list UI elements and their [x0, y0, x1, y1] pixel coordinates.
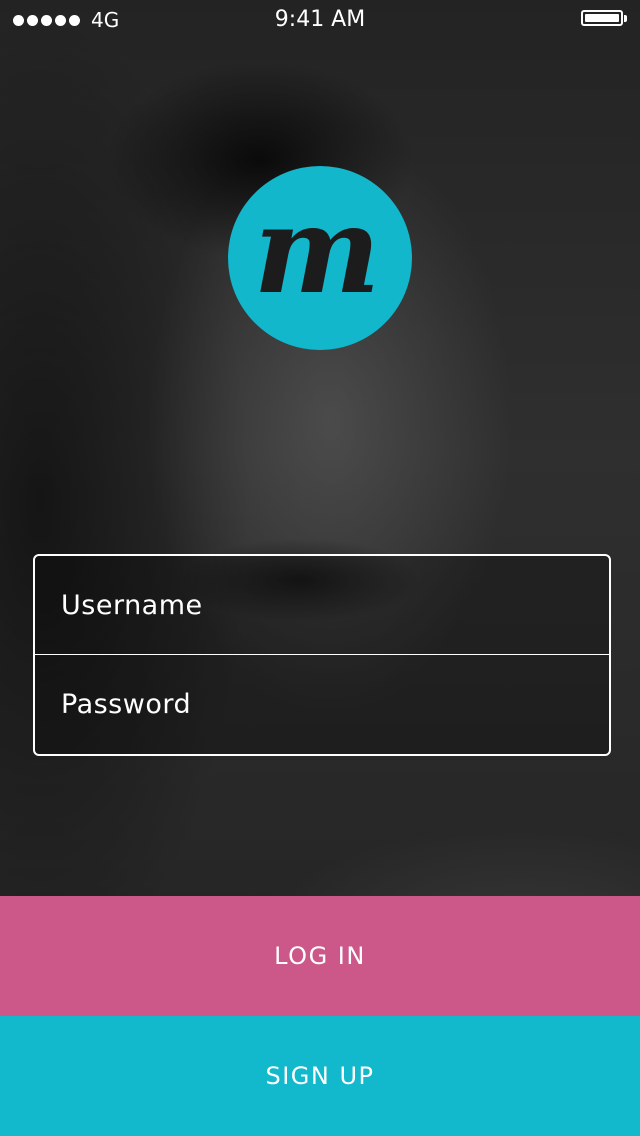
- app-logo: m: [228, 166, 412, 350]
- password-field[interactable]: Password: [35, 655, 609, 754]
- username-placeholder: Username: [61, 589, 203, 621]
- battery-icon: [581, 10, 627, 26]
- login-form: Username Password: [33, 554, 611, 756]
- password-placeholder: Password: [61, 689, 192, 720]
- login-button[interactable]: LOG IN: [0, 896, 640, 1016]
- username-field[interactable]: Username: [35, 556, 609, 655]
- signup-button[interactable]: SIGN UP: [0, 1016, 640, 1136]
- signup-button-label: SIGN UP: [265, 1062, 375, 1090]
- status-bar: 4G 9:41 AM: [0, 0, 640, 40]
- logo-letter: m: [253, 180, 381, 321]
- status-time: 9:41 AM: [274, 7, 366, 32]
- login-button-label: LOG IN: [274, 942, 366, 970]
